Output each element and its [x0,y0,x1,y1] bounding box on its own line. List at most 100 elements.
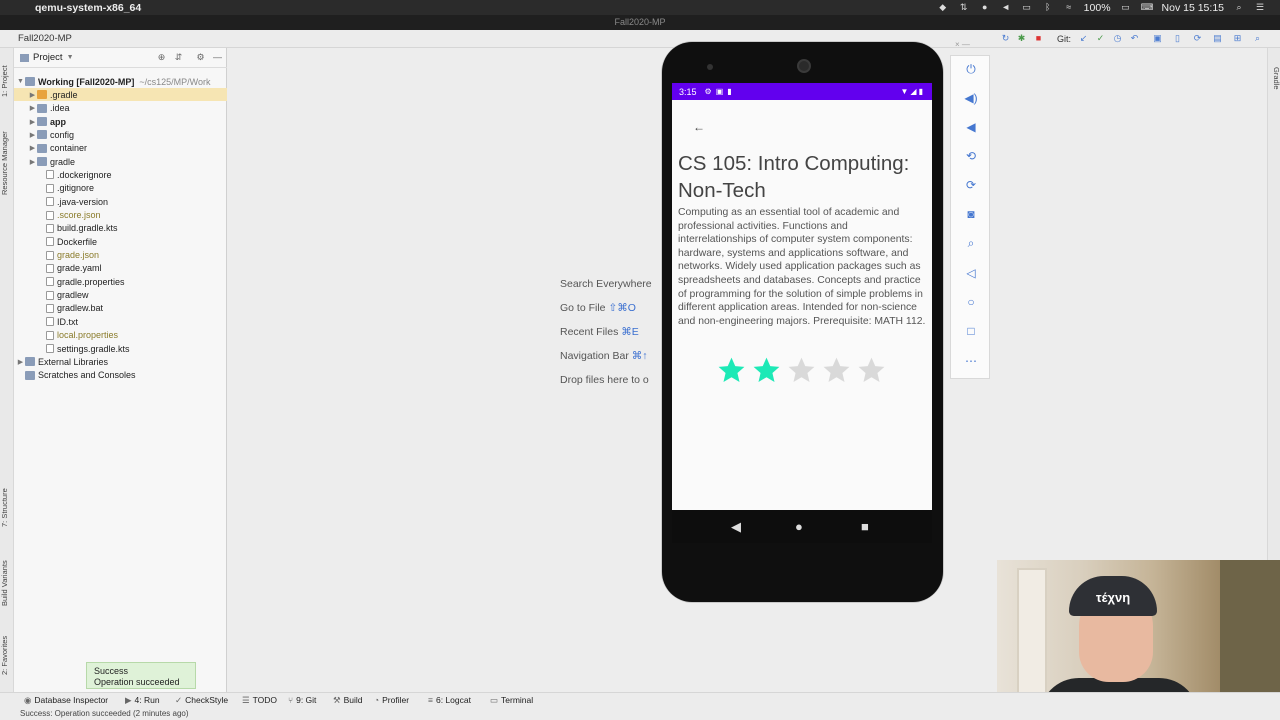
tool-window-logcat[interactable]: ≡ 6: Logcat [428,695,471,705]
tool-window-run[interactable]: ▶ 4: Run [125,695,160,706]
screenshot-icon[interactable]: ◙ [963,206,979,222]
tree-item[interactable]: .java-version [14,195,227,208]
git-history-icon[interactable]: ◷ [1112,33,1123,44]
sync-gradle-icon[interactable]: ⟳ [1192,33,1203,44]
tree-item[interactable]: .gitignore [14,182,227,195]
tool-window-todo[interactable]: ☰ TODO [242,695,277,706]
tree-item[interactable]: local.properties [14,329,227,342]
search-everywhere-icon[interactable]: ⌕ [1252,33,1263,44]
tree-item[interactable]: ID.txt [14,315,227,328]
volume-icon[interactable]: ◄ [1000,2,1012,13]
project-view-selector[interactable]: Project ▼ [20,52,74,63]
collapse-all-icon[interactable]: ⇵ [173,52,184,63]
tool-window-database[interactable]: ◉ Database Inspector [24,695,108,706]
chevron-right-icon[interactable]: ▶ [28,158,37,166]
tree-item[interactable]: ▶ config [14,128,227,141]
star-empty-icon[interactable] [786,355,817,386]
zoom-icon[interactable]: ⌕ [963,235,979,251]
back-icon[interactable]: ◁ [963,265,979,281]
gradle-tab[interactable]: Gradle [1268,58,1280,98]
chevron-right-icon[interactable]: ▶ [28,91,37,99]
chevron-right-icon[interactable]: ▶ [28,144,37,152]
tree-item[interactable]: ▶ container [14,142,227,155]
tree-item[interactable]: settings.gradle.kts [14,342,227,355]
battery-icon[interactable]: ▭ [1120,2,1132,13]
tree-item[interactable]: Dockerfile [14,235,227,248]
tree-item[interactable]: grade.json [14,249,227,262]
rotate-left-icon[interactable]: ⟲ [963,148,979,164]
volume-down-icon[interactable]: ◀ [963,119,979,135]
more-icon[interactable]: ⋯ [963,353,979,369]
tree-item[interactable]: .score.json [14,209,227,222]
hide-panel-icon[interactable]: — [212,52,223,63]
sdk-manager-icon[interactable]: ▣ [1152,33,1163,44]
emulator-window-controls[interactable]: × — [955,40,985,52]
rating-bar[interactable] [716,355,887,386]
control-center-icon[interactable]: ☰ [1254,2,1266,13]
tree-item[interactable]: ▼ Working [Fall2020-MP] ~/cs125/MP/Work [14,75,227,88]
tree-item[interactable]: gradlew.bat [14,302,227,315]
tree-item[interactable]: gradle.properties [14,275,227,288]
dropbox-icon[interactable]: ◆ [937,2,949,13]
home-icon[interactable]: ○ [963,294,979,310]
tree-item[interactable]: ▶ External Libraries [14,355,227,368]
tree-item[interactable]: ▶ gradle [14,155,227,168]
star-filled-icon[interactable] [716,355,747,386]
git-commit-icon[interactable]: ✓ [1095,33,1106,44]
tree-item[interactable]: ▶ .gradle [14,88,227,102]
tree-item[interactable]: .dockerignore [14,168,227,181]
favorites-tab[interactable]: 2: Favorites [0,628,14,683]
device-screen[interactable]: 3:15 ⚙▣▮ ▼◢▮ ← CS 105: Intro Computing: … [672,83,932,510]
git-update-icon[interactable]: ↙ [1078,33,1089,44]
stop-icon[interactable]: ■ [1033,33,1044,44]
run-config-icon[interactable]: ↻ [1000,33,1011,44]
back-arrow-icon[interactable]: ← [693,120,705,134]
chevron-right-icon[interactable]: ▶ [28,104,37,112]
wifi-icon[interactable]: ≈ [1063,2,1075,13]
structure-tab[interactable]: 7: Structure [0,478,14,538]
project-breadcrumb[interactable]: Fall2020-MP [18,33,72,44]
chevron-right-icon[interactable]: ▶ [28,118,37,126]
tool-window-build[interactable]: ⚒ Build [333,695,363,706]
debug-icon[interactable]: ✱ [1016,33,1027,44]
rotate-right-icon[interactable]: ⟳ [963,177,979,193]
locate-icon[interactable]: ⊕ [156,52,167,63]
star-empty-icon[interactable] [821,355,852,386]
success-toast[interactable]: Success Operation succeeded [86,662,196,689]
power-icon[interactable]: ⏻ [963,61,979,77]
volume-up-icon[interactable]: ◀) [963,90,979,106]
mic-icon[interactable]: ● [979,2,991,13]
tool-window-checkstyle[interactable]: ✓ CheckStyle [175,695,228,706]
build-variants-tab[interactable]: Build Variants [0,548,14,618]
tool-window-profiler[interactable]: ◔ Profiler [374,695,409,705]
tree-item[interactable]: Scratches and Consoles [14,369,227,382]
tree-item[interactable]: ▶ app [14,115,227,128]
tool-window-terminal[interactable]: ▭ Terminal [490,695,533,706]
chevron-down-icon[interactable]: ▼ [16,78,25,85]
overview-icon[interactable]: □ [963,323,979,339]
layout-inspector-icon[interactable]: ⊞ [1232,33,1243,44]
star-filled-icon[interactable] [751,355,782,386]
device-file-icon[interactable]: ▤ [1212,33,1223,44]
display-icon[interactable]: ▭ [1021,2,1033,13]
tree-item[interactable]: grade.yaml [14,262,227,275]
chevron-right-icon[interactable]: ▶ [16,358,25,366]
tree-item[interactable]: build.gradle.kts [14,222,227,235]
bluetooth-icon[interactable]: ᛒ [1042,2,1054,13]
avd-manager-icon[interactable]: ▯ [1172,33,1183,44]
clock[interactable]: Nov 15 15:15 [1162,2,1224,14]
network-icon[interactable]: ⇅ [958,2,970,13]
spotlight-icon[interactable]: ⌕ [1233,2,1245,13]
nav-overview-icon[interactable]: ■ [861,519,869,534]
tree-item[interactable]: ▶ .idea [14,102,227,115]
nav-back-icon[interactable]: ◀ [731,519,741,535]
keyboard-icon[interactable]: ⌨ [1141,2,1154,13]
resource-manager-tab[interactable]: Resource Manager [0,118,14,208]
chevron-right-icon[interactable]: ▶ [28,131,37,139]
tool-window-git[interactable]: ⑂ 9: Git [288,695,316,705]
nav-home-icon[interactable]: ● [795,519,803,534]
tree-item[interactable]: gradlew [14,289,227,302]
project-tool-tab[interactable]: 1: Project [0,56,14,106]
app-menu-name[interactable]: qemu-system-x86_64 [35,2,141,14]
star-empty-icon[interactable] [856,355,887,386]
